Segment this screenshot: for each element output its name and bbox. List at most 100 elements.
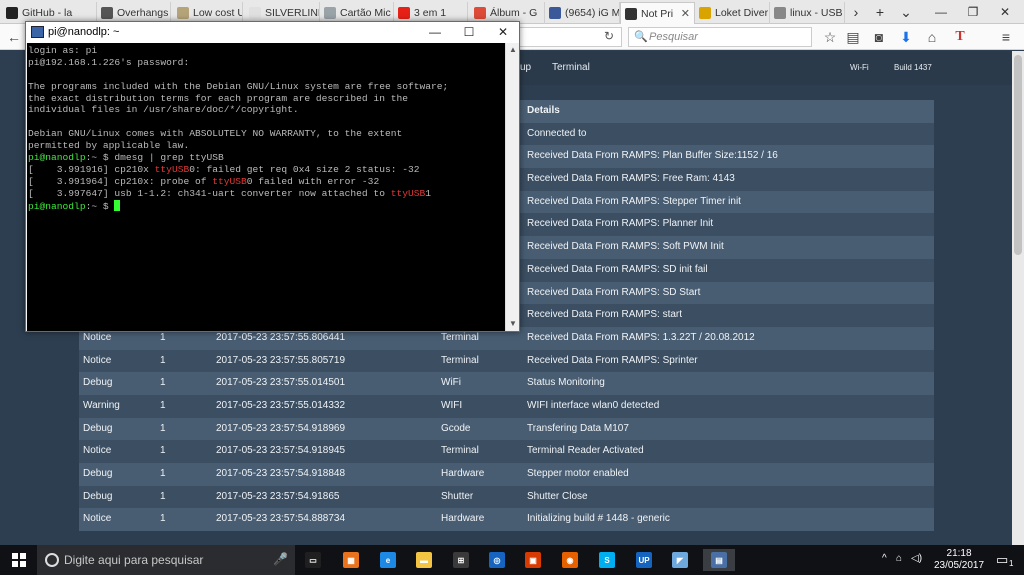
pocket-icon[interactable]: ◙ [869, 27, 889, 47]
terminal-prompt-path: :~ $ [85, 152, 115, 164]
page-scrollbar-thumb[interactable] [1014, 55, 1022, 255]
log-module-cell: Hardware [441, 468, 485, 479]
tab-label: Álbum - G [490, 7, 538, 19]
tab-scroll-right-icon[interactable]: › [848, 3, 864, 21]
new-tab-icon[interactable]: + [872, 3, 888, 21]
tab-label: linux - USB [790, 7, 843, 19]
notifications-icon[interactable]: ▭ [996, 552, 1008, 568]
terminal-scrollbar[interactable]: ▲ ▼ [505, 43, 519, 331]
edge-icon[interactable]: e [375, 549, 401, 571]
log-date-cell: 2017-05-23 23:57:55.805719 [216, 354, 346, 366]
browser-tab[interactable]: Loket Diver [695, 2, 770, 24]
log-type-cell: Debug [83, 377, 113, 389]
back-icon[interactable]: ← [4, 27, 24, 47]
home-icon[interactable]: ⌂ [922, 27, 942, 47]
extension-icon[interactable]: T [950, 27, 970, 47]
taskbar-app-glyph: ⊞ [453, 552, 469, 568]
page-header: up Terminal Wi-Fi Build 1437 [520, 51, 1024, 85]
tab-label: Low cost U [193, 7, 243, 19]
page-scrollbar[interactable] [1012, 51, 1024, 545]
window-minimize-button[interactable]: — [926, 2, 956, 22]
terminal-text: 1 [425, 187, 432, 199]
terminal-text: Debian GNU/Linux comes with ABSOLUTELY N… [28, 128, 403, 140]
window-close-button[interactable]: ✕ [990, 2, 1020, 22]
tab-list-icon[interactable]: ⌄ [898, 3, 914, 21]
tab-favicon-icon [398, 7, 410, 19]
terminal-line: login as: pi [28, 45, 505, 57]
notes-app-icon[interactable]: ◤ [667, 549, 693, 571]
terminal-line: individual files in /usr/share/doc/*/cop… [28, 104, 505, 116]
terminal-text: 0: failed get req 0x4 size 2 status: -32 [189, 163, 420, 175]
taskbar-app-glyph: ▦ [343, 552, 359, 568]
putty-window: pi@nanodlp: ~ — ☐ ✕ login as: pi pi@192.1… [25, 21, 520, 332]
file-explorer-icon[interactable]: ▬ [411, 549, 437, 571]
log-module-cell: WiFi [441, 377, 461, 389]
menu-icon[interactable]: ≡ [996, 27, 1016, 47]
putty-title-bar[interactable]: pi@nanodlp: ~ — ☐ ✕ [26, 22, 519, 43]
search-input[interactable]: 🔍 Pesquisar [628, 27, 812, 47]
clock[interactable]: 21:18 23/05/2017 [934, 548, 984, 572]
tab-label: 3 em 1 [414, 7, 447, 19]
terminal-highlight: ttyUSB [154, 163, 190, 175]
terminal-highlight: ttyUSB [212, 175, 247, 187]
reload-icon[interactable]: ↻ [604, 29, 614, 43]
url-bar[interactable]: ↻ [520, 27, 622, 47]
upload-app-icon[interactable]: UP [631, 549, 657, 571]
taskbar-search-box[interactable]: Digite aqui para pesquisar 🎤 [37, 545, 295, 575]
nav-wifi-link[interactable]: Wi-Fi [850, 63, 869, 72]
log-count-cell: 1 [160, 513, 166, 525]
volume-icon[interactable]: ◁) [911, 553, 922, 564]
putty-minimize-button[interactable]: — [418, 22, 452, 43]
putty-icon [31, 26, 44, 38]
notification-count: 1 [1009, 559, 1014, 568]
log-details-cell: Shutter Close [527, 490, 588, 502]
log-details-cell: Received Data From RAMPS: SD init fail [527, 263, 708, 275]
bookmark-star-icon[interactable]: ☆ [820, 27, 840, 47]
browser-tab[interactable]: linux - USB [770, 2, 845, 24]
nav-terminal-link[interactable]: Terminal [552, 62, 590, 73]
scroll-up-icon[interactable]: ▲ [506, 43, 520, 57]
terminal-prompt: pi@nanodlp [28, 200, 86, 212]
terminal-text: [ 3.997647] usb 1-1.2: ch341-uart conver… [28, 187, 391, 199]
library-icon[interactable]: ▤ [843, 27, 863, 47]
tab-close-icon[interactable]: ✕ [675, 7, 690, 20]
putty-taskbar-icon[interactable]: ▤ [703, 549, 735, 571]
taskbar-app-glyph: e [380, 552, 396, 568]
terminal-text: 0 failed with error -32 [246, 175, 380, 187]
start-button[interactable] [0, 545, 37, 575]
putty-maximize-button[interactable]: ☐ [452, 22, 486, 43]
log-date-cell: 2017-05-23 23:57:55.014332 [216, 399, 346, 411]
network-icon[interactable]: ⌂ [896, 553, 902, 564]
putty-close-button[interactable]: ✕ [486, 22, 520, 43]
office-icon[interactable]: ▣ [520, 549, 546, 571]
log-details-cell: Received Data From RAMPS: SD Start [527, 286, 701, 298]
taskbar-app-glyph: ◤ [672, 552, 688, 568]
terminal-command: dmesg | grep ttyUSB [114, 152, 224, 164]
download-icon[interactable]: ⬇ [896, 27, 916, 47]
tab-favicon-icon [549, 7, 561, 19]
browser-tab[interactable]: (9654) iG M [545, 2, 620, 24]
tray-chevron-icon[interactable]: ^ [882, 553, 887, 564]
terminal-line: permitted by applicable law. [28, 140, 505, 152]
log-date-cell: 2017-05-23 23:57:54.918969 [216, 422, 346, 434]
table-row: Debug 1 2017-05-23 23:57:55.014501 WiFi Stat… [79, 372, 934, 395]
app-circle-icon[interactable]: ◎ [484, 549, 510, 571]
task-view-icon[interactable]: ▭ [300, 549, 326, 571]
terminal-line: The programs included with the Debian GN… [28, 81, 505, 93]
log-details-cell: Status Monitoring [527, 377, 605, 389]
scroll-down-icon[interactable]: ▼ [506, 317, 520, 331]
terminal-output[interactable]: login as: pi pi@192.168.1.226's password:… [27, 43, 505, 331]
browser-tab[interactable]: Not Pri ✕ [620, 2, 695, 24]
store-icon[interactable]: ⊞ [448, 549, 474, 571]
nav-tab-fragment[interactable]: up [520, 62, 531, 73]
pattern-app-icon[interactable]: ▦ [338, 549, 364, 571]
window-maximize-button[interactable]: ❐ [958, 2, 988, 22]
tab-label: Loket Diver [715, 7, 769, 19]
log-count-cell: 1 [160, 490, 166, 502]
microphone-icon[interactable]: 🎤 [273, 552, 288, 566]
skype-icon[interactable]: S [594, 549, 620, 571]
firefox-icon[interactable]: ◉ [557, 549, 583, 571]
tab-favicon-icon [249, 7, 261, 19]
log-count-cell: 1 [160, 445, 166, 457]
log-module-cell: WIFI [441, 399, 463, 411]
